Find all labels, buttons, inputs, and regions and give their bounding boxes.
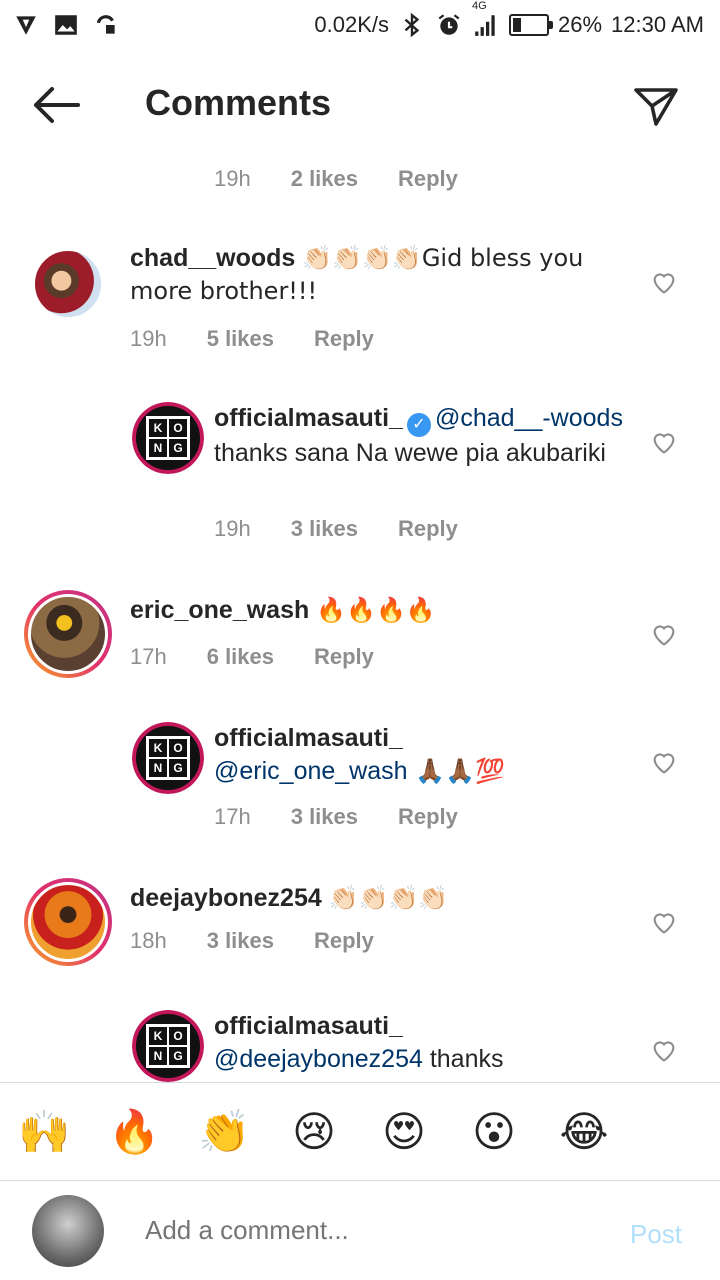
heart-icon[interactable] xyxy=(650,1036,678,1064)
likes-count[interactable]: 3 likes xyxy=(291,804,358,830)
laughing-emoji[interactable]: 😂 xyxy=(558,1107,610,1156)
status-left-icons xyxy=(12,12,120,38)
comment-meta: 18h 3 likes Reply xyxy=(130,928,374,954)
likes-count[interactable]: 6 likes xyxy=(207,644,274,670)
comment-username[interactable]: officialmasauti_ xyxy=(214,722,634,755)
reply-button[interactable]: Reply xyxy=(314,644,374,670)
heart-icon[interactable] xyxy=(650,620,678,648)
comment-content: 👏🏻👏🏻👏🏻👏🏻 xyxy=(328,884,449,912)
comment-time: 18h xyxy=(130,928,167,953)
comment-meta: 19h 5 likes Reply xyxy=(130,326,374,352)
post-button[interactable]: Post xyxy=(630,1219,682,1250)
comment-content: thanks xyxy=(422,1045,504,1073)
clapping-emoji[interactable]: 👏 xyxy=(198,1107,250,1157)
verified-badge-icon: ✓ xyxy=(406,413,431,437)
network-speed: 0.02K/s xyxy=(314,12,389,37)
comment-time: 19h xyxy=(214,516,251,541)
signal-icon xyxy=(475,15,495,36)
kong-logo: KONG xyxy=(132,722,204,794)
image-icon xyxy=(55,15,77,35)
kong-logo: KONG xyxy=(132,1010,204,1082)
network-type: 4G xyxy=(472,0,487,12)
signal-indicator: 4G xyxy=(472,0,500,38)
heart-eyes-emoji[interactable]: 😍 xyxy=(378,1107,430,1156)
heart-icon[interactable] xyxy=(650,748,678,776)
avatar[interactable] xyxy=(32,248,104,320)
battery-percent: 26% xyxy=(558,12,603,37)
comment-composer: Post xyxy=(0,1180,720,1280)
likes-count[interactable]: 3 likes xyxy=(291,516,358,542)
comment-meta: 17h 3 likes Reply xyxy=(214,804,458,830)
mention-link[interactable]: @eric_one_wash xyxy=(214,757,408,785)
avatar[interactable]: KONG xyxy=(132,402,204,474)
comment-username[interactable]: chad__woods xyxy=(130,244,295,272)
comment-text: officialmasauti_ @deejaybonez254 thanks xyxy=(214,1010,634,1076)
comment-time: 17h xyxy=(214,804,251,829)
alarm-icon xyxy=(438,14,460,35)
bluetooth-icon xyxy=(404,12,420,38)
comment-time: 19h xyxy=(130,326,167,351)
avatar[interactable] xyxy=(24,590,112,678)
comment-text: eric_one_wash 🔥🔥🔥🔥 xyxy=(130,594,630,627)
direct-share-icon[interactable] xyxy=(630,80,682,132)
comment-username[interactable]: eric_one_wash xyxy=(130,596,309,624)
status-right-icons: 0.02K/s 4G 26% 12:30 AM xyxy=(314,0,704,38)
comment-text: deejaybonez254 👏🏻👏🏻👏🏻👏🏻 xyxy=(130,882,630,915)
comment-content: thanks sana Na wewe pia akubariki xyxy=(214,439,606,467)
comment-text: chad__woods 👏🏻👏🏻👏🏻👏🏻Gid bless you more b… xyxy=(130,242,630,308)
reply-button[interactable]: Reply xyxy=(398,516,458,542)
crying-emoji[interactable]: 😢 xyxy=(288,1107,340,1156)
status-bar: 0.02K/s 4G 26% 12:30 AM xyxy=(0,0,720,50)
comment-content: 🙏🏾🙏🏾💯 xyxy=(407,757,505,785)
fire-emoji[interactable]: 🔥 xyxy=(108,1107,160,1157)
clock: 12:30 AM xyxy=(611,12,704,37)
kong-logo: KONG xyxy=(132,402,204,474)
reply-button[interactable]: Reply xyxy=(314,928,374,954)
comment-content: 🔥🔥🔥🔥 xyxy=(316,596,436,624)
comment-time: 17h xyxy=(130,644,167,669)
heart-icon[interactable] xyxy=(650,268,678,296)
avatar[interactable] xyxy=(24,878,112,966)
comment-list: 19h 2 likes Reply chad__woods 👏🏻👏🏻👏🏻👏🏻Gi… xyxy=(0,150,720,1082)
avatar[interactable]: KONG xyxy=(132,1010,204,1082)
comment-username[interactable]: officialmasauti_ xyxy=(214,404,403,432)
reply-button[interactable]: Reply xyxy=(398,166,458,192)
current-user-avatar xyxy=(32,1195,104,1267)
shield-icon xyxy=(16,16,36,35)
emoji-quick-bar: 🙌 🔥 👏 😢 😍 😮 😂 xyxy=(0,1082,720,1180)
reply-button[interactable]: Reply xyxy=(398,804,458,830)
comment-text: officialmasauti_ ✓ @chad__-woods thanks sa… xyxy=(214,402,634,470)
comment-input[interactable] xyxy=(145,1215,585,1246)
page-title: Comments xyxy=(145,82,332,123)
avatar[interactable]: KONG xyxy=(132,722,204,794)
heart-icon[interactable] xyxy=(650,908,678,936)
battery-icon xyxy=(509,14,553,36)
comment-text: officialmasauti_ @eric_one_wash 🙏🏾🙏🏾💯 xyxy=(214,722,634,788)
back-arrow-icon[interactable] xyxy=(30,82,82,128)
header: Comments xyxy=(0,60,720,150)
comment-meta: 19h 3 likes Reply xyxy=(214,516,458,542)
surprised-emoji[interactable]: 😮 xyxy=(468,1107,520,1156)
likes-count[interactable]: 2 likes xyxy=(291,166,358,192)
comment-username[interactable]: deejaybonez254 xyxy=(130,884,322,912)
comment-username[interactable]: officialmasauti_ xyxy=(214,1010,634,1043)
comment-meta: 19h 2 likes Reply xyxy=(214,166,458,192)
mention-link[interactable]: @deejaybonez254 xyxy=(214,1045,423,1073)
sync-icon xyxy=(96,15,115,34)
likes-count[interactable]: 3 likes xyxy=(207,928,274,954)
mention-link[interactable]: @chad__-woods xyxy=(435,404,623,432)
comment-meta: 17h 6 likes Reply xyxy=(130,644,374,670)
likes-count[interactable]: 5 likes xyxy=(207,326,274,352)
reply-button[interactable]: Reply xyxy=(314,326,374,352)
raising-hands-emoji[interactable]: 🙌 xyxy=(18,1107,70,1157)
comment-time: 19h xyxy=(214,166,251,191)
heart-icon[interactable] xyxy=(650,428,678,456)
